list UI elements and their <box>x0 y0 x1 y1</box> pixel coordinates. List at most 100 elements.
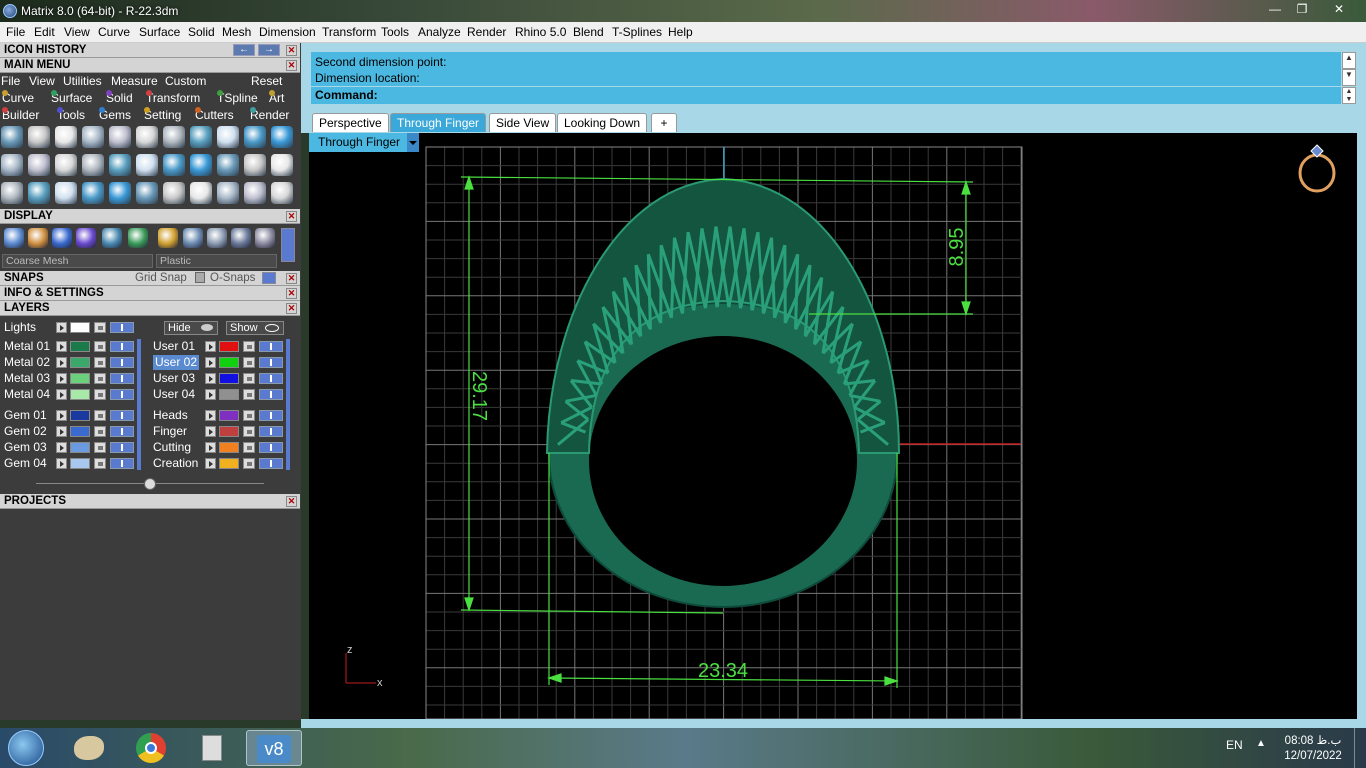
expand-arrow-icon[interactable] <box>56 410 67 421</box>
expand-arrow-icon[interactable] <box>56 389 67 400</box>
layer-row[interactable]: Gem 03 <box>4 440 144 455</box>
layer-row[interactable]: Metal 02 <box>4 355 144 370</box>
close-icon[interactable]: ✕ <box>286 211 297 222</box>
lock-icon[interactable] <box>94 458 106 469</box>
layer-color-swatch[interactable] <box>219 341 239 352</box>
history-back-arrow-icon[interactable]: ← <box>233 44 255 56</box>
layer-visibility-button[interactable] <box>110 458 134 469</box>
tool-icon[interactable] <box>55 126 77 148</box>
tool-icon[interactable] <box>136 182 158 204</box>
tool-icon[interactable] <box>109 154 131 176</box>
layer-row[interactable]: Heads <box>153 408 293 423</box>
tab-side-view[interactable]: Side View <box>489 113 557 132</box>
lock-icon[interactable] <box>94 426 106 437</box>
display-mode-icon[interactable] <box>4 228 24 248</box>
command-spinner-icon[interactable]: ▲ ▼ <box>1342 87 1356 104</box>
menu-curve[interactable]: Curve <box>98 25 130 39</box>
tool-icon[interactable] <box>82 154 104 176</box>
layer-visibility-button[interactable] <box>110 322 134 333</box>
chevron-down-icon[interactable] <box>407 133 419 152</box>
viewport-drawing[interactable]: 23.34 29.17 8.95 z x <box>309 133 1357 720</box>
scroll-down-icon[interactable]: ▼ <box>1342 69 1356 86</box>
o-snaps-checkbox[interactable] <box>195 272 205 283</box>
expand-arrow-icon[interactable] <box>56 426 67 437</box>
icon-history-header[interactable]: ICON HISTORY ← → ✕ <box>0 43 300 58</box>
expand-arrow-icon[interactable] <box>56 357 67 368</box>
taskbar-chrome-icon[interactable] <box>124 730 180 766</box>
tool-icon[interactable] <box>136 126 158 148</box>
menu-dimension[interactable]: Dimension <box>259 25 316 39</box>
tab-perspective[interactable]: Perspective <box>312 113 389 132</box>
layer-visibility-button[interactable] <box>259 357 283 368</box>
expand-arrow-icon[interactable] <box>205 426 216 437</box>
tool-icon[interactable] <box>109 126 131 148</box>
lock-icon[interactable] <box>243 389 255 400</box>
main-menu-measure[interactable]: Measure <box>111 73 158 90</box>
layer-visibility-button[interactable] <box>110 442 134 453</box>
o-snaps-toggle[interactable]: O-Snaps <box>210 271 255 286</box>
category-cutters[interactable]: Cutters <box>195 107 234 124</box>
menu-mesh[interactable]: Mesh <box>222 25 251 39</box>
layer-visibility-button[interactable] <box>259 373 283 384</box>
menu-surface[interactable]: Surface <box>139 25 180 39</box>
lock-icon[interactable] <box>94 389 106 400</box>
close-icon[interactable]: ✕ <box>286 60 297 71</box>
tool-icon[interactable] <box>28 126 50 148</box>
tool-icon[interactable] <box>163 182 185 204</box>
layer-row[interactable]: Cutting <box>153 440 293 455</box>
menu-rhino[interactable]: Rhino 5.0 <box>515 25 566 39</box>
main-menu-custom[interactable]: Custom <box>165 73 206 90</box>
tool-icon[interactable] <box>163 154 185 176</box>
category-curve[interactable]: Curve <box>2 90 34 107</box>
close-icon[interactable]: ✕ <box>286 45 297 56</box>
display-mode-icon[interactable] <box>207 228 227 248</box>
layer-row[interactable]: Finger <box>153 424 293 439</box>
show-button[interactable]: Show <box>226 321 284 335</box>
reset-button[interactable]: Reset <box>251 73 282 90</box>
layer-row[interactable]: User 04 <box>153 387 293 402</box>
category-surface[interactable]: Surface <box>51 90 92 107</box>
layer-color-swatch[interactable] <box>70 357 90 368</box>
tray-clock[interactable]: 08:08 ب.ظ 12/07/2022 <box>1280 734 1346 764</box>
layer-visibility-button[interactable] <box>110 410 134 421</box>
tool-icon[interactable] <box>271 182 293 204</box>
tab-looking-down[interactable]: Looking Down <box>557 113 648 132</box>
tool-icon[interactable] <box>82 126 104 148</box>
layer-color-swatch[interactable] <box>219 357 239 368</box>
taskbar-matrix-icon[interactable]: v8 <box>246 730 302 766</box>
expand-arrow-icon[interactable] <box>56 442 67 453</box>
taskbar-calculator-icon[interactable] <box>184 730 240 766</box>
hide-button[interactable]: Hide <box>164 321 218 335</box>
expand-arrow-icon[interactable] <box>56 458 67 469</box>
tool-icon[interactable] <box>244 126 266 148</box>
lock-icon[interactable] <box>243 373 255 384</box>
info-settings-header[interactable]: INFO & SETTINGS ✕ <box>0 286 300 301</box>
layers-header[interactable]: LAYERS ✕ <box>0 301 300 316</box>
close-button[interactable]: ✕ <box>1316 0 1362 18</box>
snaps-header[interactable]: SNAPS Grid Snap O-Snaps ✕ <box>0 271 300 286</box>
tray-language[interactable]: EN <box>1226 738 1243 752</box>
mesh-dropdown[interactable]: Coarse Mesh <box>2 254 153 268</box>
layer-color-swatch[interactable] <box>219 389 239 400</box>
viewport-canvas[interactable]: 23.34 29.17 8.95 z x <box>309 133 1357 720</box>
lock-icon[interactable] <box>243 357 255 368</box>
snaps-option-icon[interactable] <box>262 272 276 284</box>
lock-icon[interactable] <box>94 341 106 352</box>
expand-arrow-icon[interactable] <box>205 389 216 400</box>
layer-color-swatch[interactable] <box>70 322 90 333</box>
lock-icon[interactable] <box>94 357 106 368</box>
lock-icon[interactable] <box>94 410 106 421</box>
menu-tools[interactable]: Tools <box>381 25 409 39</box>
layer-row[interactable]: Gem 02 <box>4 424 144 439</box>
taskbar-paint-icon[interactable] <box>62 730 118 766</box>
layer-color-swatch[interactable] <box>70 389 90 400</box>
layer-row[interactable]: Metal 04 <box>4 387 144 402</box>
scroll-up-icon[interactable]: ▲ <box>1342 52 1356 69</box>
display-mode-icon[interactable] <box>52 228 72 248</box>
display-mode-icon[interactable] <box>183 228 203 248</box>
category-tools[interactable]: Tools <box>57 107 85 124</box>
menu-blend[interactable]: Blend <box>573 25 604 39</box>
menu-file[interactable]: File <box>6 25 25 39</box>
tool-icon[interactable] <box>271 126 293 148</box>
tool-icon[interactable] <box>190 154 212 176</box>
